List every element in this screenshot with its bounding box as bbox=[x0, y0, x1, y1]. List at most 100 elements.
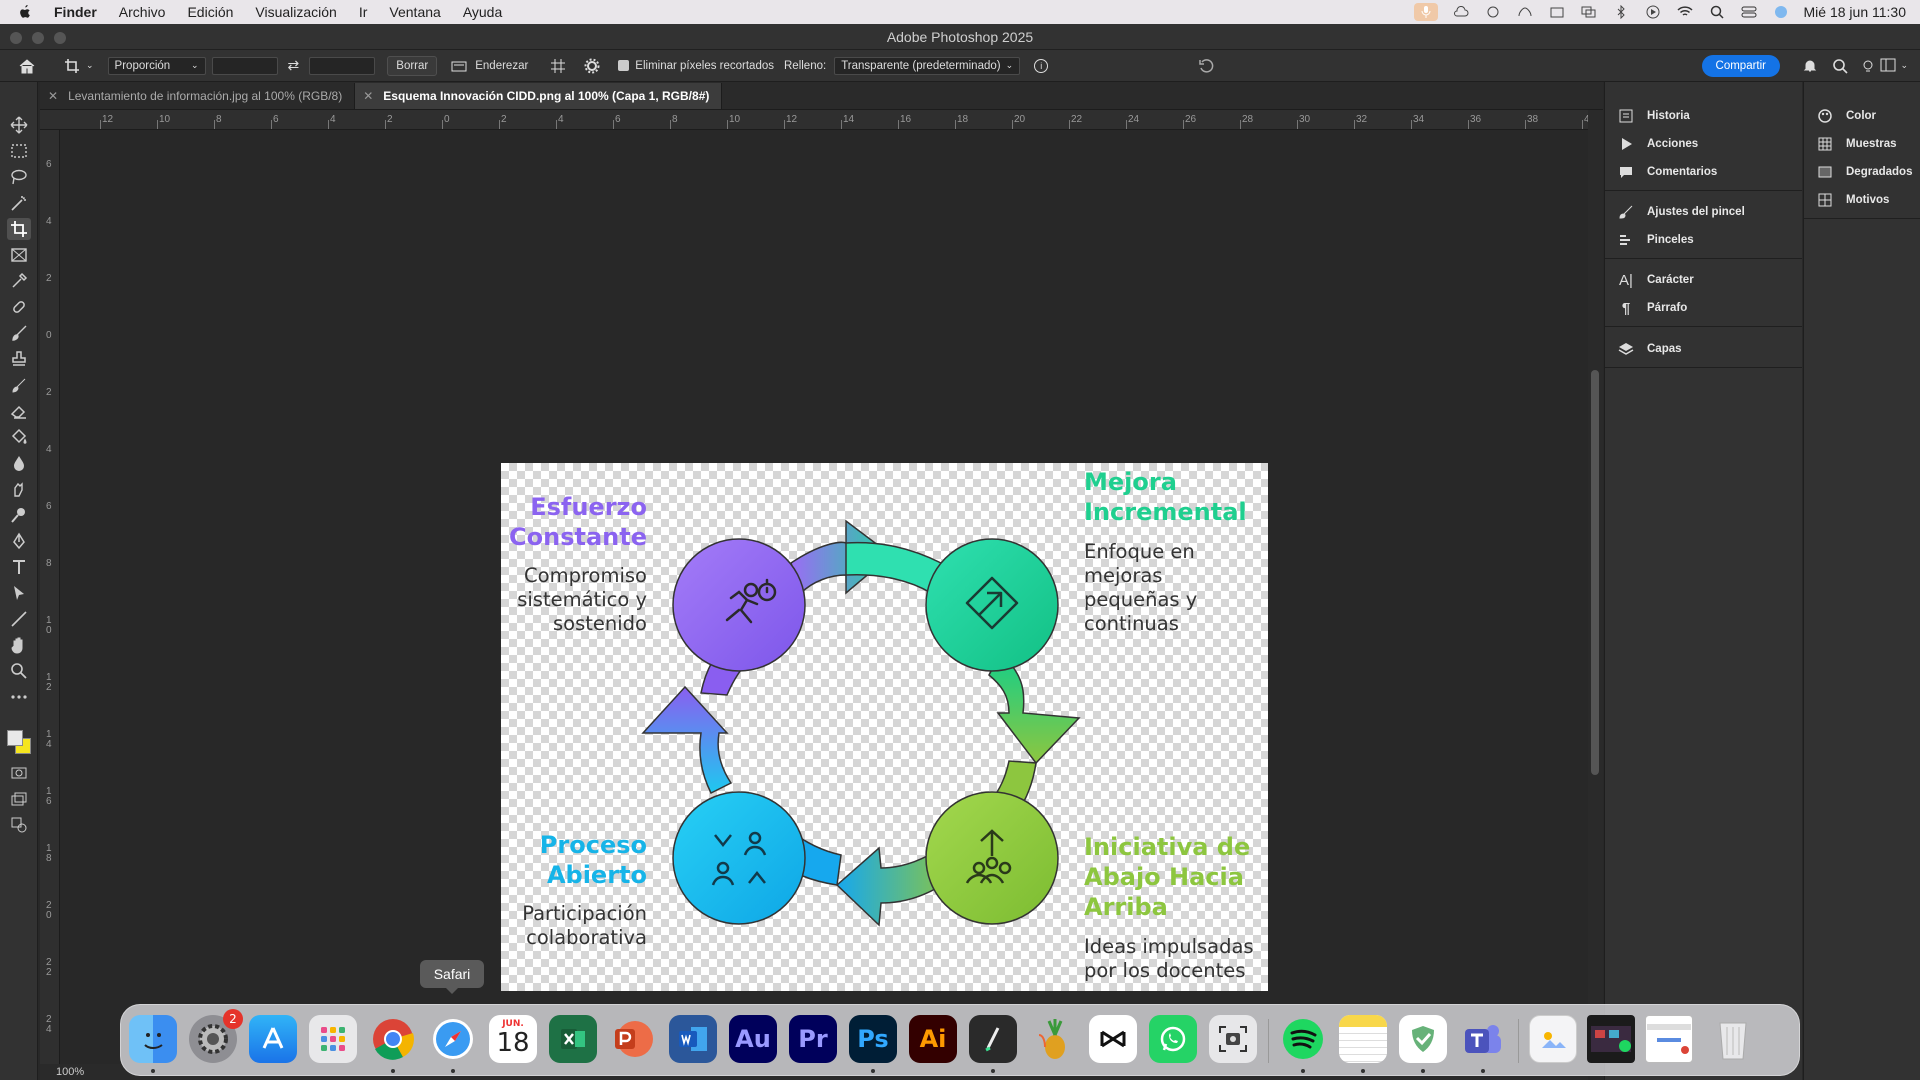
zoom-window-button[interactable] bbox=[54, 32, 66, 44]
document-thumbnail-icon[interactable] bbox=[1645, 1015, 1693, 1063]
bell-icon[interactable] bbox=[1802, 58, 1818, 74]
foreground-color-swatch[interactable] bbox=[7, 730, 23, 746]
generative-icon[interactable] bbox=[7, 814, 31, 836]
panel-color[interactable]: Color bbox=[1816, 108, 1876, 124]
control-center-icon[interactable] bbox=[1740, 5, 1758, 19]
workspace-icon[interactable]: ⌄ bbox=[1880, 58, 1908, 72]
menu-ir[interactable]: Ir bbox=[359, 4, 368, 20]
history-brush-icon[interactable] bbox=[7, 374, 31, 396]
safari-icon[interactable] bbox=[429, 1015, 477, 1063]
pineapple-app-icon[interactable] bbox=[1029, 1015, 1077, 1063]
line-tool-icon[interactable] bbox=[7, 608, 31, 630]
delete-cropped-checkbox[interactable]: Eliminar píxeles recortados bbox=[618, 60, 774, 72]
apple-icon[interactable] bbox=[18, 4, 38, 20]
minimize-window-button[interactable] bbox=[32, 32, 44, 44]
play-icon[interactable] bbox=[1644, 5, 1662, 19]
adguard-icon[interactable] bbox=[1399, 1015, 1447, 1063]
teams-icon[interactable] bbox=[1459, 1015, 1507, 1063]
lasso-tool-icon[interactable] bbox=[7, 166, 31, 188]
screens-icon[interactable] bbox=[1580, 5, 1598, 19]
zoom-tool-icon[interactable] bbox=[7, 660, 31, 682]
move-tool-icon[interactable] bbox=[7, 114, 31, 136]
spotify-icon[interactable] bbox=[1279, 1015, 1327, 1063]
capcut-icon[interactable] bbox=[1089, 1015, 1137, 1063]
photoshop-icon[interactable]: Ps bbox=[849, 1015, 897, 1063]
screen-mode-icon[interactable] bbox=[7, 788, 31, 810]
chrome-icon[interactable] bbox=[369, 1015, 417, 1063]
info-icon[interactable]: i bbox=[1034, 58, 1049, 73]
pen-tool-icon[interactable] bbox=[7, 530, 31, 552]
cloud-icon[interactable] bbox=[1452, 5, 1470, 19]
system-settings-icon[interactable]: 2 bbox=[189, 1009, 243, 1063]
panel-ajustes-pincel[interactable]: Ajustes del pincel bbox=[1617, 204, 1745, 220]
creative-cloud-icon[interactable] bbox=[1516, 5, 1534, 19]
canvas-area[interactable]: Esfuerzo Constante Compromiso sistemátic… bbox=[61, 131, 1588, 1072]
preview-icon[interactable] bbox=[1529, 1015, 1577, 1063]
window-icon[interactable] bbox=[1548, 5, 1566, 19]
quick-mask-icon[interactable] bbox=[7, 762, 31, 784]
dodge-tool-icon[interactable] bbox=[7, 504, 31, 526]
clock[interactable]: Mié 18 jun 11:30 bbox=[1804, 4, 1906, 20]
more-tools-icon[interactable] bbox=[7, 686, 31, 708]
light-bulb-icon[interactable] bbox=[1860, 58, 1876, 74]
type-tool-icon[interactable] bbox=[7, 556, 31, 578]
frame-tool-icon[interactable] bbox=[7, 244, 31, 266]
tab-levantamiento[interactable]: ✕ Levantamiento de información.jpg al 100… bbox=[40, 83, 356, 109]
panel-muestras[interactable]: Muestras bbox=[1816, 136, 1897, 152]
crop-tool-icon[interactable] bbox=[7, 218, 31, 240]
whatsapp-icon[interactable] bbox=[1149, 1015, 1197, 1063]
illustrator-icon[interactable]: Ai bbox=[909, 1015, 957, 1063]
menu-archivo[interactable]: Archivo bbox=[119, 4, 166, 20]
menu-visualizacion[interactable]: Visualización bbox=[255, 4, 336, 20]
panel-acciones[interactable]: Acciones bbox=[1617, 136, 1698, 152]
screenshot-icon[interactable] bbox=[1209, 1015, 1257, 1063]
ratio-select[interactable]: Proporción ⌄ bbox=[107, 56, 206, 75]
vertical-scrollbar[interactable] bbox=[1588, 110, 1603, 1072]
microphone-icon[interactable] bbox=[1413, 3, 1438, 21]
healing-brush-icon[interactable] bbox=[7, 296, 31, 318]
tab-esquema[interactable]: ✕ Esquema Innovación CIDD.png al 100% (Ca… bbox=[355, 83, 723, 109]
document-canvas[interactable]: Esfuerzo Constante Compromiso sistemátic… bbox=[501, 463, 1268, 991]
bluetooth-icon[interactable] bbox=[1612, 5, 1630, 19]
eyedropper-icon[interactable] bbox=[7, 270, 31, 292]
panel-comentarios[interactable]: Comentarios bbox=[1617, 164, 1717, 180]
eraser-icon[interactable] bbox=[7, 400, 31, 422]
siri-icon[interactable] bbox=[1772, 5, 1790, 19]
finder-window-thumbnail-icon[interactable] bbox=[1587, 1015, 1635, 1063]
straighten-label[interactable]: Enderezar bbox=[475, 60, 528, 72]
straighten-icon[interactable] bbox=[451, 59, 467, 73]
audition-icon[interactable]: Au bbox=[729, 1015, 777, 1063]
search-icon[interactable] bbox=[1832, 58, 1848, 74]
swap-icon[interactable]: ⇄ bbox=[288, 57, 300, 74]
zoom-level[interactable]: 100% bbox=[56, 1066, 84, 1078]
clear-button[interactable]: Borrar bbox=[387, 55, 438, 76]
gear-icon[interactable] bbox=[584, 58, 600, 74]
calendar-icon[interactable]: JUN. 18 bbox=[489, 1015, 537, 1063]
wifi-icon[interactable] bbox=[1676, 5, 1694, 19]
premiere-icon[interactable]: Pr bbox=[789, 1015, 837, 1063]
width-field[interactable] bbox=[211, 56, 278, 75]
scrollbar-thumb[interactable] bbox=[1591, 370, 1599, 775]
brush-tool-icon[interactable] bbox=[7, 322, 31, 344]
close-tab-icon[interactable]: ✕ bbox=[363, 89, 373, 103]
trash-icon[interactable] bbox=[1709, 1015, 1757, 1063]
close-tab-icon[interactable]: ✕ bbox=[48, 89, 58, 103]
marquee-tool-icon[interactable] bbox=[7, 140, 31, 162]
menu-ayuda[interactable]: Ayuda bbox=[463, 4, 502, 20]
excel-icon[interactable] bbox=[549, 1015, 597, 1063]
powerpoint-icon[interactable] bbox=[609, 1015, 657, 1063]
notes-icon[interactable] bbox=[1339, 1015, 1387, 1063]
grid-overlay-icon[interactable] bbox=[550, 58, 566, 74]
blur-tool-icon[interactable] bbox=[7, 452, 31, 474]
magic-wand-icon[interactable] bbox=[7, 192, 31, 214]
smudge-tool-icon[interactable] bbox=[7, 478, 31, 500]
panel-degradados[interactable]: Degradados bbox=[1816, 164, 1912, 180]
final-cut-icon[interactable] bbox=[969, 1015, 1017, 1063]
hand-tool-icon[interactable] bbox=[7, 634, 31, 656]
path-selection-icon[interactable] bbox=[7, 582, 31, 604]
home-icon[interactable] bbox=[18, 58, 38, 74]
panel-caracter[interactable]: A| Carácter bbox=[1617, 272, 1694, 289]
height-field[interactable] bbox=[309, 56, 376, 75]
finder-icon[interactable] bbox=[129, 1015, 177, 1063]
share-button[interactable]: Compartir bbox=[1701, 55, 1780, 77]
